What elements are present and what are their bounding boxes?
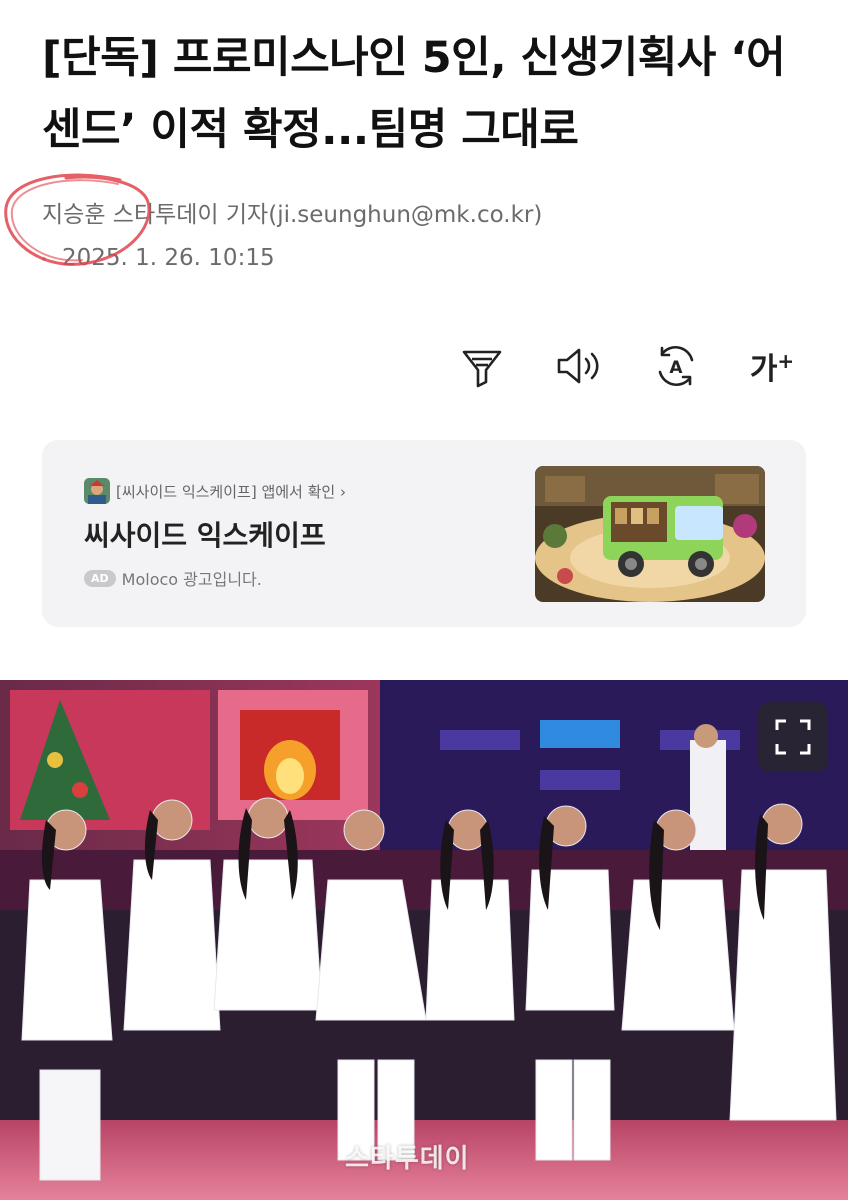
article-dateline: 2025. 1. 26. 10:15 [42,241,275,275]
font-size-button[interactable]: 가+ [744,338,800,394]
app-thumbnail [84,478,110,504]
article-headline: [단독] 프로미스나인 5인, 신생기획사 ‘어센드’ 이적 확정...팀명 그… [42,33,786,155]
font-size-icon: 가+ [750,344,794,388]
article-date: 2025. 1. 26. 10:15 [62,245,275,271]
ad-title[interactable]: 씨사이드 익스케이프 [84,514,326,554]
translate-button[interactable]: A [648,338,704,394]
expand-photo-button[interactable] [758,702,828,772]
filter-icon [462,350,502,388]
article-photo[interactable] [0,680,848,1200]
article-byline: 지승훈 스타투데이 기자(ji.seunghun@mk.co.kr) [42,202,543,228]
expand-icon [775,719,811,755]
ad-app-link[interactable]: [씨사이드 익스케이프] 앱에서 확인 › [84,478,346,504]
ad-image[interactable] [535,466,765,602]
ad-card[interactable]: [씨사이드 익스케이프] 앱에서 확인 › 씨사이드 익스케이프 AD Molo… [42,440,806,627]
ad-app-link-text: [씨사이드 익스케이프] 앱에서 확인 › [116,482,346,501]
bullet-dot [42,256,46,261]
photo-watermark: 스타투데이 [345,1144,470,1174]
speaker-icon [557,348,599,384]
ad-sponsor: Moloco 광고입니다. [121,570,262,589]
translate-icon: A [658,345,694,387]
font-size-label: 가 [749,352,778,387]
translate-letter: A [669,358,683,378]
ad-meta: AD Moloco 광고입니다. [84,566,262,590]
font-size-plus: + [777,349,795,373]
filter-button[interactable] [454,338,510,394]
listen-button[interactable] [552,338,608,394]
ad-badge: AD [84,569,116,587]
article-toolbar: A 가+ [0,338,848,394]
